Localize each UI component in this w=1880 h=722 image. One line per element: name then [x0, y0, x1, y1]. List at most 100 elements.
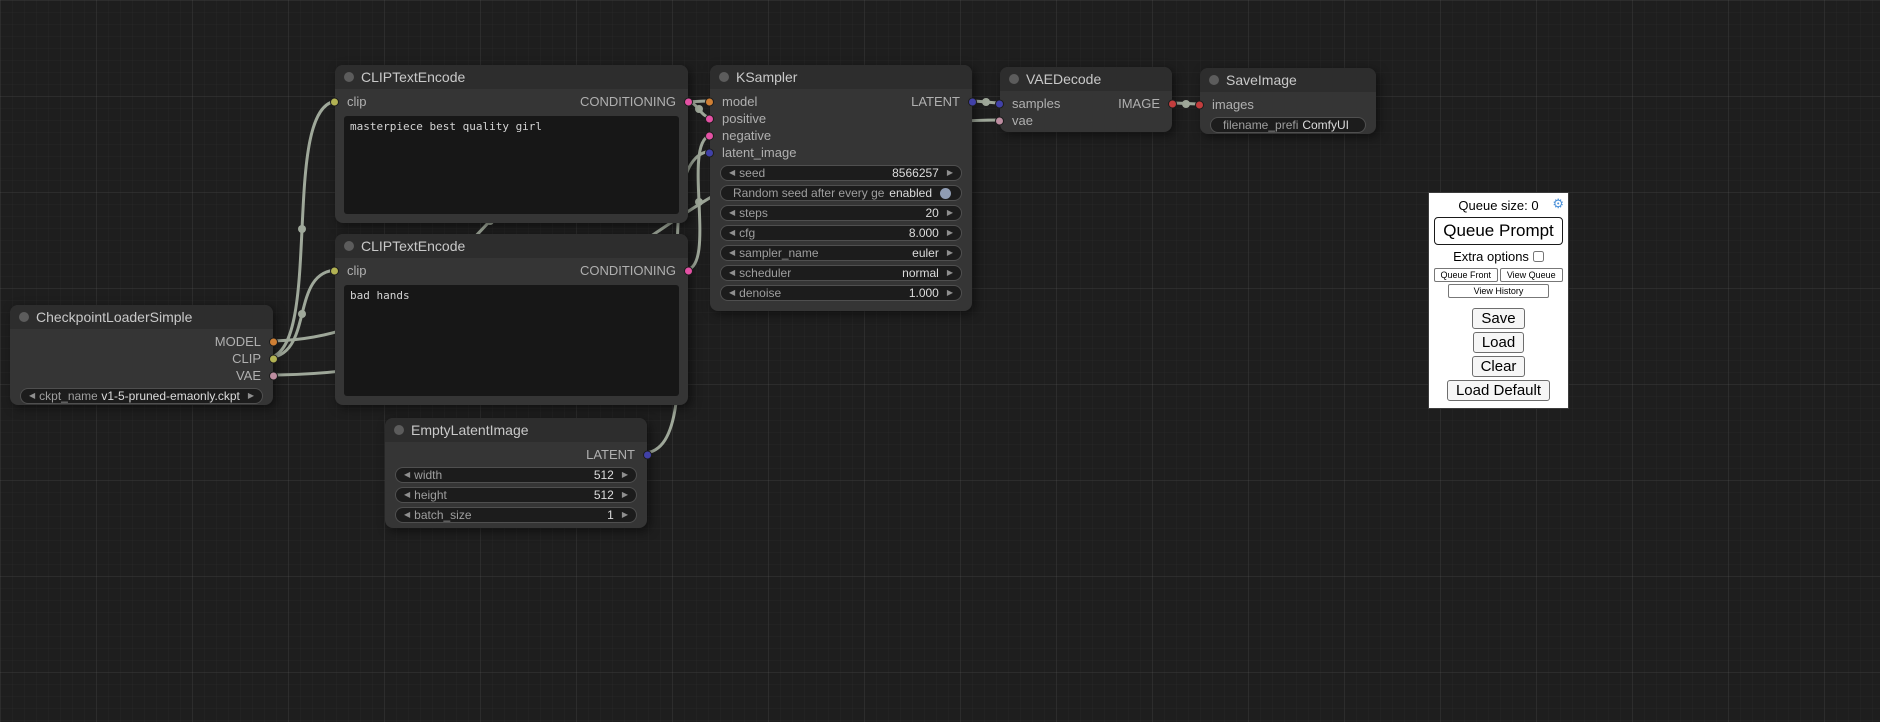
link-midpoint-dot [298, 310, 306, 318]
widget-label: ckpt_name [39, 389, 97, 403]
collapse-dot-icon[interactable] [344, 241, 354, 251]
image-output-label: IMAGE [1118, 96, 1160, 111]
widget-value: ComfyUI [1298, 118, 1353, 132]
latent-output-dot[interactable] [968, 97, 977, 106]
widget-value: 8.000 [905, 226, 943, 240]
prompt-textarea[interactable]: masterpiece best quality girl [344, 116, 679, 214]
node-ksampler[interactable]: KSampler model LATENT positive negative … [710, 65, 972, 311]
model-output-dot[interactable] [269, 337, 278, 346]
vae-output-dot[interactable] [269, 371, 278, 380]
collapse-dot-icon[interactable] [1009, 74, 1019, 84]
link-midpoint-dot [982, 98, 990, 106]
node-clip-text-encode-positive[interactable]: CLIPTextEncode clip CONDITIONING masterp… [335, 65, 688, 223]
save-button[interactable]: Save [1472, 308, 1524, 329]
latent-image-input-label: latent_image [722, 145, 796, 160]
queue-prompt-button[interactable]: Queue Prompt [1434, 217, 1563, 245]
node-save-image[interactable]: SaveImage images filename_prefix ComfyUI [1200, 68, 1376, 134]
load-default-button[interactable]: Load Default [1447, 380, 1550, 401]
sampler-name-widget[interactable]: ◀ sampler_name euler ▶ [720, 245, 962, 261]
prev-value-icon[interactable]: ◀ [725, 249, 739, 257]
latent-image-input-dot[interactable] [705, 148, 714, 157]
widget-label: sampler_name [739, 246, 818, 260]
negative-input-dot[interactable] [705, 131, 714, 140]
slot-row: clip CONDITIONING [335, 93, 688, 110]
node-checkpoint-loader[interactable]: CheckpointLoaderSimple MODEL CLIP VAE ◀ … [10, 305, 273, 405]
decrement-icon[interactable]: ◀ [400, 471, 414, 479]
prompt-textarea[interactable]: bad hands [344, 285, 679, 396]
collapse-dot-icon[interactable] [19, 312, 29, 322]
load-button[interactable]: Load [1473, 332, 1524, 353]
samples-input-dot[interactable] [995, 99, 1004, 108]
scheduler-widget[interactable]: ◀ scheduler normal ▶ [720, 265, 962, 281]
increment-icon[interactable]: ▶ [943, 169, 957, 177]
prev-value-icon[interactable]: ◀ [25, 392, 39, 400]
widget-label: filename_prefix [1223, 118, 1298, 132]
queue-front-button[interactable]: Queue Front [1434, 268, 1498, 282]
prev-value-icon[interactable]: ◀ [725, 269, 739, 277]
node-vae-decode[interactable]: VAEDecode samples IMAGE vae [1000, 67, 1172, 132]
decrement-icon[interactable]: ◀ [725, 169, 739, 177]
collapse-dot-icon[interactable] [719, 72, 729, 82]
clip-input-dot[interactable] [330, 97, 339, 106]
collapse-dot-icon[interactable] [394, 425, 404, 435]
decrement-icon[interactable]: ◀ [725, 229, 739, 237]
node-title: CLIPTextEncode [361, 69, 465, 85]
conditioning-output-dot[interactable] [684, 97, 693, 106]
decrement-icon[interactable]: ◀ [725, 289, 739, 297]
widget-value: 512 [590, 468, 618, 482]
increment-icon[interactable]: ▶ [943, 229, 957, 237]
settings-gear-icon[interactable]: ⚙ [1552, 196, 1564, 212]
filename-prefix-widget[interactable]: filename_prefix ComfyUI [1210, 117, 1366, 133]
graph-canvas[interactable]: CheckpointLoaderSimple MODEL CLIP VAE ◀ … [0, 0, 1880, 722]
slot-row: negative [710, 127, 972, 144]
view-queue-button[interactable]: View Queue [1500, 268, 1564, 282]
denoise-widget[interactable]: ◀ denoise 1.000 ▶ [720, 285, 962, 301]
steps-widget[interactable]: ◀ steps 20 ▶ [720, 205, 962, 221]
next-value-icon[interactable]: ▶ [244, 392, 258, 400]
model-input-dot[interactable] [705, 97, 714, 106]
increment-icon[interactable]: ▶ [943, 289, 957, 297]
vae-input-label: vae [1012, 113, 1033, 128]
cfg-widget[interactable]: ◀ cfg 8.000 ▶ [720, 225, 962, 241]
width-widget[interactable]: ◀ width 512 ▶ [395, 467, 637, 483]
slot-row: positive [710, 110, 972, 127]
latent-output-label: LATENT [911, 94, 960, 109]
history-row: View History [1434, 284, 1563, 298]
random-seed-toggle[interactable]: Random seed after every gen enabled [720, 185, 962, 201]
ckpt-name-widget[interactable]: ◀ ckpt_name v1-5-pruned-emaonly.ckpt ▶ [20, 388, 263, 404]
clip-output-dot[interactable] [269, 354, 278, 363]
clip-input-dot[interactable] [330, 266, 339, 275]
seed-widget[interactable]: ◀ seed 8566257 ▶ [720, 165, 962, 181]
conditioning-output-dot[interactable] [684, 266, 693, 275]
decrement-icon[interactable]: ◀ [725, 209, 739, 217]
next-value-icon[interactable]: ▶ [943, 249, 957, 257]
increment-icon[interactable]: ▶ [618, 491, 632, 499]
toggle-knob-icon[interactable] [940, 188, 951, 199]
slot-row: vae [1000, 112, 1172, 129]
positive-input-dot[interactable] [705, 114, 714, 123]
increment-icon[interactable]: ▶ [618, 511, 632, 519]
extra-options-checkbox[interactable] [1533, 251, 1544, 262]
vae-input-dot[interactable] [995, 116, 1004, 125]
node-empty-latent-image[interactable]: EmptyLatentImage LATENT ◀ width 512 ▶ ◀ … [385, 418, 647, 528]
next-value-icon[interactable]: ▶ [943, 269, 957, 277]
node-title: EmptyLatentImage [411, 422, 529, 438]
decrement-icon[interactable]: ◀ [400, 491, 414, 499]
collapse-dot-icon[interactable] [344, 72, 354, 82]
link-midpoint-dot [298, 225, 306, 233]
view-history-button[interactable]: View History [1448, 284, 1549, 298]
node-clip-text-encode-negative[interactable]: CLIPTextEncode clip CONDITIONING bad han… [335, 234, 688, 405]
latent-output-dot[interactable] [643, 450, 652, 459]
decrement-icon[interactable]: ◀ [400, 511, 414, 519]
clear-button[interactable]: Clear [1472, 356, 1526, 377]
increment-icon[interactable]: ▶ [618, 471, 632, 479]
increment-icon[interactable]: ▶ [943, 209, 957, 217]
vae-output-label: VAE [236, 368, 261, 383]
height-widget[interactable]: ◀ height 512 ▶ [395, 487, 637, 503]
image-output-dot[interactable] [1168, 99, 1177, 108]
clip-input-label: clip [347, 94, 367, 109]
images-input-dot[interactable] [1195, 100, 1204, 109]
collapse-dot-icon[interactable] [1209, 75, 1219, 85]
batch-size-widget[interactable]: ◀ batch_size 1 ▶ [395, 507, 637, 523]
slot-row: images [1200, 96, 1376, 113]
